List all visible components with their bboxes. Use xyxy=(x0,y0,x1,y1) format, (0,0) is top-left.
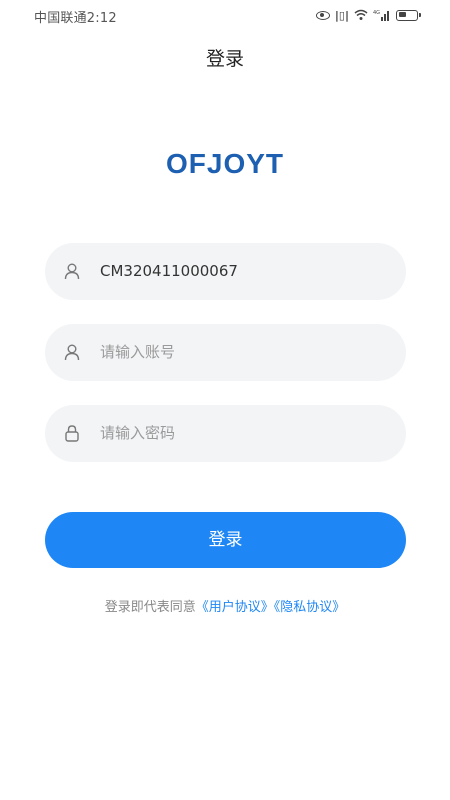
account-field[interactable]: 请输入账号 xyxy=(45,324,406,381)
login-button[interactable]: 登录 xyxy=(45,512,406,568)
wifi-icon xyxy=(354,8,368,22)
status-bar: 中国联通2:12 |▯| 4G xyxy=(0,0,450,30)
account-input[interactable]: 请输入账号 xyxy=(100,324,175,381)
password-field[interactable]: 请输入密码 xyxy=(45,405,406,462)
user-icon xyxy=(63,343,81,361)
page-title: 登录 xyxy=(205,48,244,70)
password-input[interactable]: 请输入密码 xyxy=(100,405,175,462)
privacy-policy-link[interactable]: 《隐私协议》 xyxy=(274,600,346,615)
carrier-time: 中国联通2:12 xyxy=(34,11,117,26)
battery-icon xyxy=(396,8,421,22)
signal-icon: 4G xyxy=(373,8,391,22)
eye-icon xyxy=(315,8,330,22)
app-logo: OFJOYT xyxy=(165,148,284,179)
agreement-text: 登录即代表同意《用户协议》《隐私协议》 xyxy=(0,596,450,615)
network-type-label: 4G xyxy=(373,10,380,16)
agreement-prefix: 登录即代表同意 xyxy=(104,600,196,615)
username-field[interactable]: CM320411000067 xyxy=(45,243,406,300)
user-agreement-link[interactable]: 《用户协议》 xyxy=(196,600,274,615)
username-value[interactable]: CM320411000067 xyxy=(100,243,238,300)
user-icon xyxy=(63,262,81,280)
lock-icon xyxy=(63,424,81,442)
status-icons: |▯| 4G xyxy=(315,7,421,23)
vibrate-icon: |▯| xyxy=(334,8,349,22)
